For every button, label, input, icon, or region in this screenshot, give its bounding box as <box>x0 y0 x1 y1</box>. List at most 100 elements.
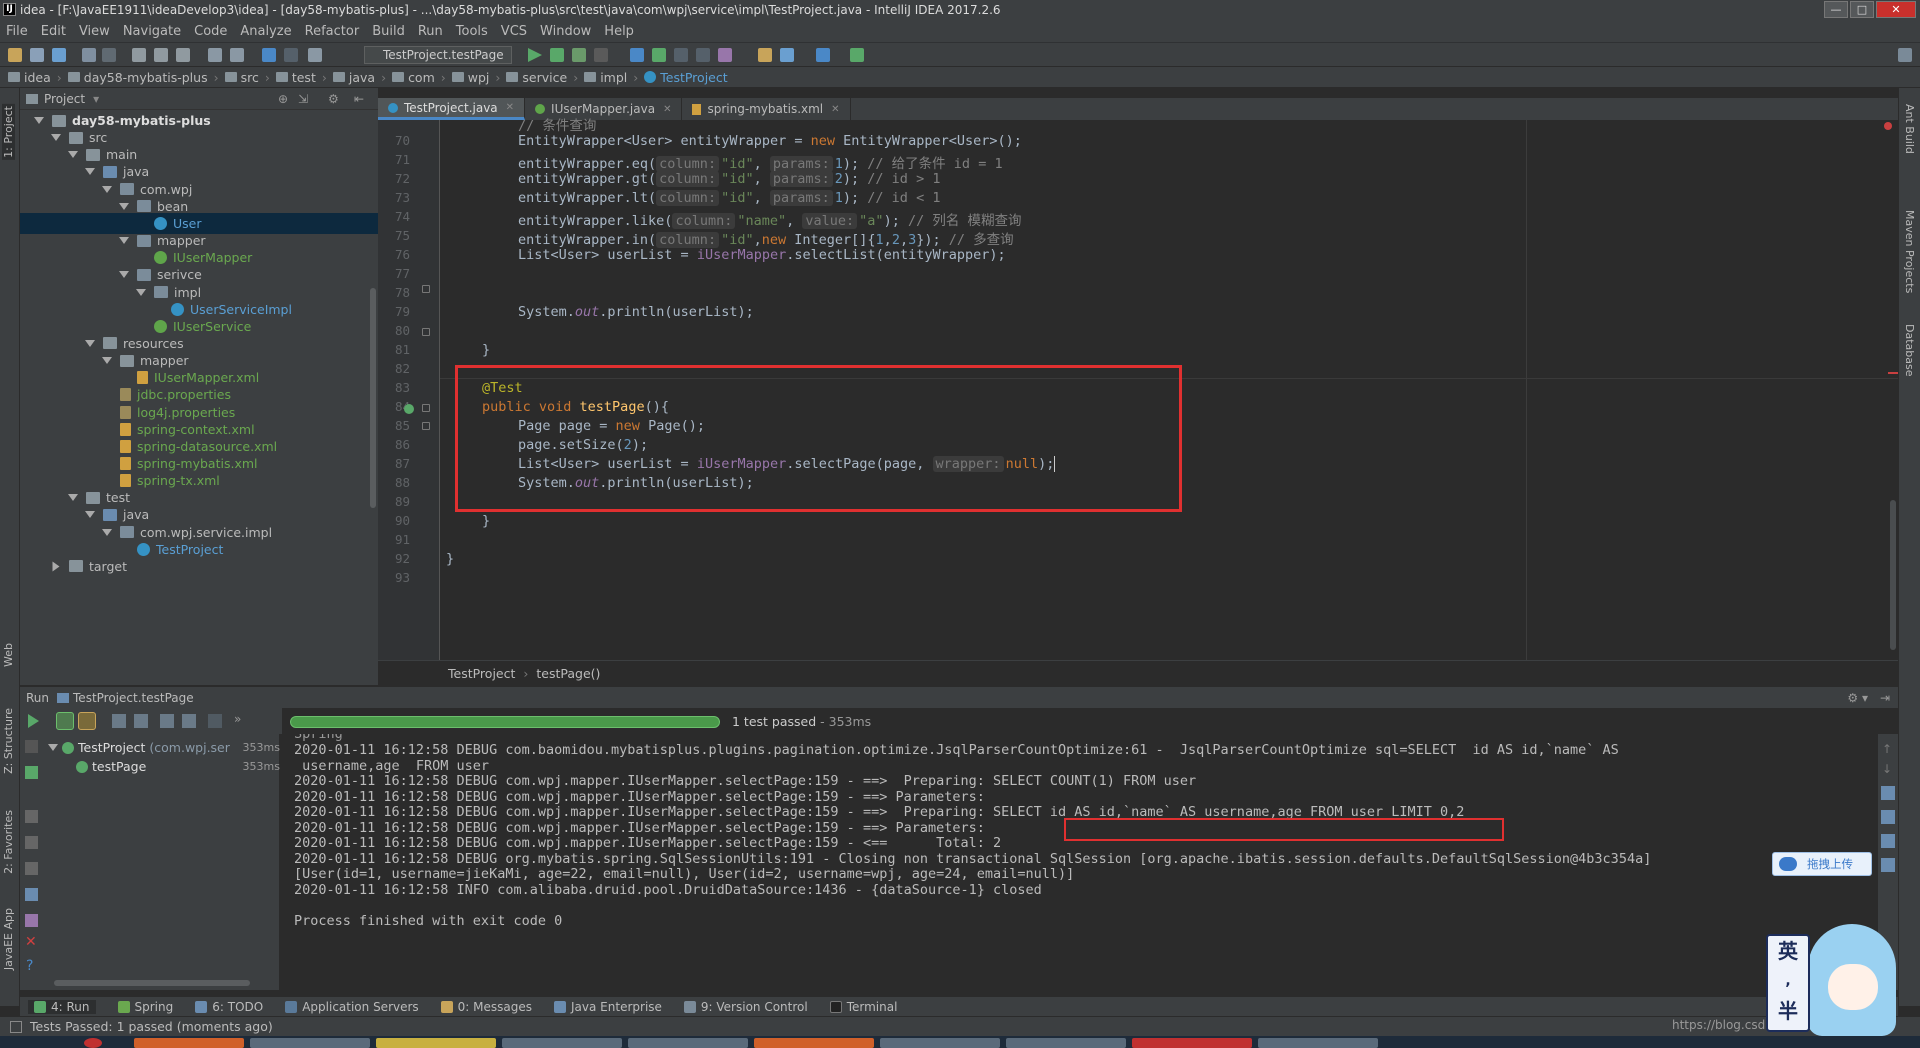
print-icon[interactable] <box>1881 834 1895 848</box>
menu-file[interactable]: File <box>6 24 28 39</box>
menu-navigate[interactable]: Navigate <box>123 24 181 39</box>
test-case-row[interactable]: testPage 353ms <box>76 756 280 777</box>
editor-scrollbar[interactable] <box>1890 500 1896 650</box>
tool-window-favorites[interactable]: 2: Favorites <box>2 810 15 874</box>
run-icon[interactable] <box>528 48 542 62</box>
sort-alpha-icon[interactable] <box>112 714 126 728</box>
tool-tab-terminal[interactable]: Terminal <box>829 1000 897 1014</box>
taskbar-app[interactable] <box>628 1038 748 1048</box>
vcs-compare-icon[interactable] <box>674 48 688 62</box>
crumb-idea[interactable]: idea › <box>8 70 62 85</box>
debug-icon[interactable] <box>550 48 564 62</box>
crumb-impl[interactable]: impl › <box>584 70 638 85</box>
export-icon[interactable] <box>25 862 38 875</box>
expand-arrow-icon[interactable] <box>51 134 61 142</box>
crumb-service[interactable]: service › <box>506 70 578 85</box>
menu-code[interactable]: Code <box>194 24 227 39</box>
open-folder-icon[interactable] <box>8 48 22 62</box>
maximize-button[interactable]: □ <box>1850 1 1874 18</box>
project-tree-item[interactable]: target <box>20 556 378 577</box>
build-icon[interactable] <box>308 48 322 62</box>
expand-arrow-icon[interactable] <box>34 117 44 124</box>
tool-window-database[interactable]: Database <box>1903 324 1916 377</box>
taskbar-app[interactable] <box>502 1038 622 1048</box>
run-panel-config[interactable]: TestProject.testPage <box>73 691 194 705</box>
run-test-gutter-icon[interactable] <box>404 404 414 414</box>
expand-arrow-icon[interactable] <box>136 288 146 296</box>
paste-icon[interactable] <box>176 48 190 62</box>
project-structure-icon[interactable] <box>780 48 794 62</box>
menu-window[interactable]: Window <box>540 24 591 39</box>
hide-panel-icon[interactable]: ⇤ <box>354 92 364 106</box>
tool-tab-java-enterprise[interactable]: Java Enterprise <box>554 1000 662 1014</box>
help-icon[interactable]: ? <box>26 958 33 974</box>
taskbar-app[interactable] <box>1132 1038 1252 1048</box>
expand-arrow-icon[interactable] <box>85 168 95 176</box>
stop-icon[interactable] <box>594 48 608 62</box>
tab-spring-mybatis-xml[interactable]: spring-mybatis.xml ✕ <box>682 98 851 120</box>
tool-window-ant[interactable]: Ant Build <box>1903 104 1916 154</box>
show-ignored-icon[interactable] <box>78 712 96 730</box>
gear-icon[interactable]: ⚙ ▾ <box>1847 691 1868 705</box>
close-window-button[interactable]: ✕ <box>1876 1 1916 18</box>
project-panel-title[interactable]: Project <box>44 92 85 106</box>
expand-arrow-icon[interactable] <box>68 494 78 502</box>
tool-window-maven[interactable]: Maven Projects <box>1903 210 1916 293</box>
sync-scroll-icon[interactable]: ⊕ <box>278 92 288 106</box>
close-tab-icon[interactable]: ✕ <box>831 104 839 115</box>
crumb-java[interactable]: java › <box>332 70 386 85</box>
search-everywhere-icon[interactable] <box>1898 48 1912 62</box>
run-config-select[interactable]: TestProject.testPage ▾ <box>364 46 512 78</box>
tool-tab-todo[interactable]: 6: TODO <box>195 1000 263 1014</box>
crumb-method[interactable]: testPage() <box>536 666 600 681</box>
test-suite-row[interactable]: TestProject (com.wpj.ser 353ms <box>48 737 280 758</box>
menu-help[interactable]: Help <box>604 24 634 39</box>
ime-status-box[interactable]: 英,半 <box>1766 934 1810 1032</box>
rerun-icon[interactable] <box>28 714 39 728</box>
sync-icon[interactable] <box>52 48 66 62</box>
crumb-class[interactable]: TestProject <box>448 666 515 681</box>
menu-edit[interactable]: Edit <box>41 24 66 39</box>
collapse-all-icon[interactable]: ⇲ <box>298 92 308 106</box>
back-icon[interactable] <box>262 48 276 62</box>
view-dropdown-icon[interactable]: ▾ <box>93 92 99 106</box>
expand-arrow-icon[interactable] <box>68 151 78 159</box>
fold-marker-icon[interactable] <box>422 404 430 412</box>
vcs-history-icon[interactable] <box>696 48 710 62</box>
tab-testproject-java[interactable]: TestProject.java ✕ <box>378 98 526 120</box>
expand-arrow-icon[interactable] <box>119 237 129 245</box>
scroll-to-end-icon[interactable] <box>1881 810 1895 824</box>
expand-arrow-icon[interactable] <box>102 185 112 193</box>
crumb-src[interactable]: src › <box>224 70 270 85</box>
up-arrow-icon[interactable]: ↑ <box>1882 742 1892 756</box>
pause-icon[interactable] <box>25 810 38 823</box>
taskbar-app[interactable] <box>880 1038 1000 1048</box>
menu-tools[interactable]: Tools <box>456 24 488 39</box>
expand-arrow-icon[interactable] <box>48 744 58 751</box>
fold-marker-icon[interactable] <box>422 422 430 430</box>
tool-tab-spring[interactable]: Spring <box>117 1000 173 1014</box>
close-tab-icon[interactable]: ✕ <box>506 102 514 113</box>
project-scrollbar[interactable] <box>370 288 376 508</box>
menu-view[interactable]: View <box>79 24 110 39</box>
expand-arrow-icon[interactable] <box>102 528 112 536</box>
expand-all-icon[interactable] <box>160 714 174 728</box>
console-output[interactable]: Spring 2020-01-11 16:12:58 DEBUG com.bao… <box>282 734 1878 990</box>
more-icon[interactable]: » <box>234 712 241 726</box>
close-tab-icon[interactable]: ✕ <box>663 104 671 115</box>
vcs-commit-icon[interactable] <box>652 48 666 62</box>
menu-refactor[interactable]: Refactor <box>305 24 360 39</box>
collapse-all-icon[interactable] <box>182 714 196 728</box>
taskbar-app[interactable] <box>754 1038 874 1048</box>
copy-icon[interactable] <box>154 48 168 62</box>
tool-window-project[interactable]: 1: Project <box>2 104 15 160</box>
dump-threads-icon[interactable] <box>25 836 38 849</box>
replace-icon[interactable] <box>230 48 244 62</box>
menu-build[interactable]: Build <box>372 24 405 39</box>
crumb-wpj[interactable]: wpj › <box>451 70 500 85</box>
pin-icon[interactable] <box>25 914 38 927</box>
sort-duration-icon[interactable] <box>134 714 148 728</box>
tool-window-web[interactable]: Web <box>2 643 15 667</box>
save-icon[interactable] <box>30 48 44 62</box>
menu-run[interactable]: Run <box>418 24 443 39</box>
